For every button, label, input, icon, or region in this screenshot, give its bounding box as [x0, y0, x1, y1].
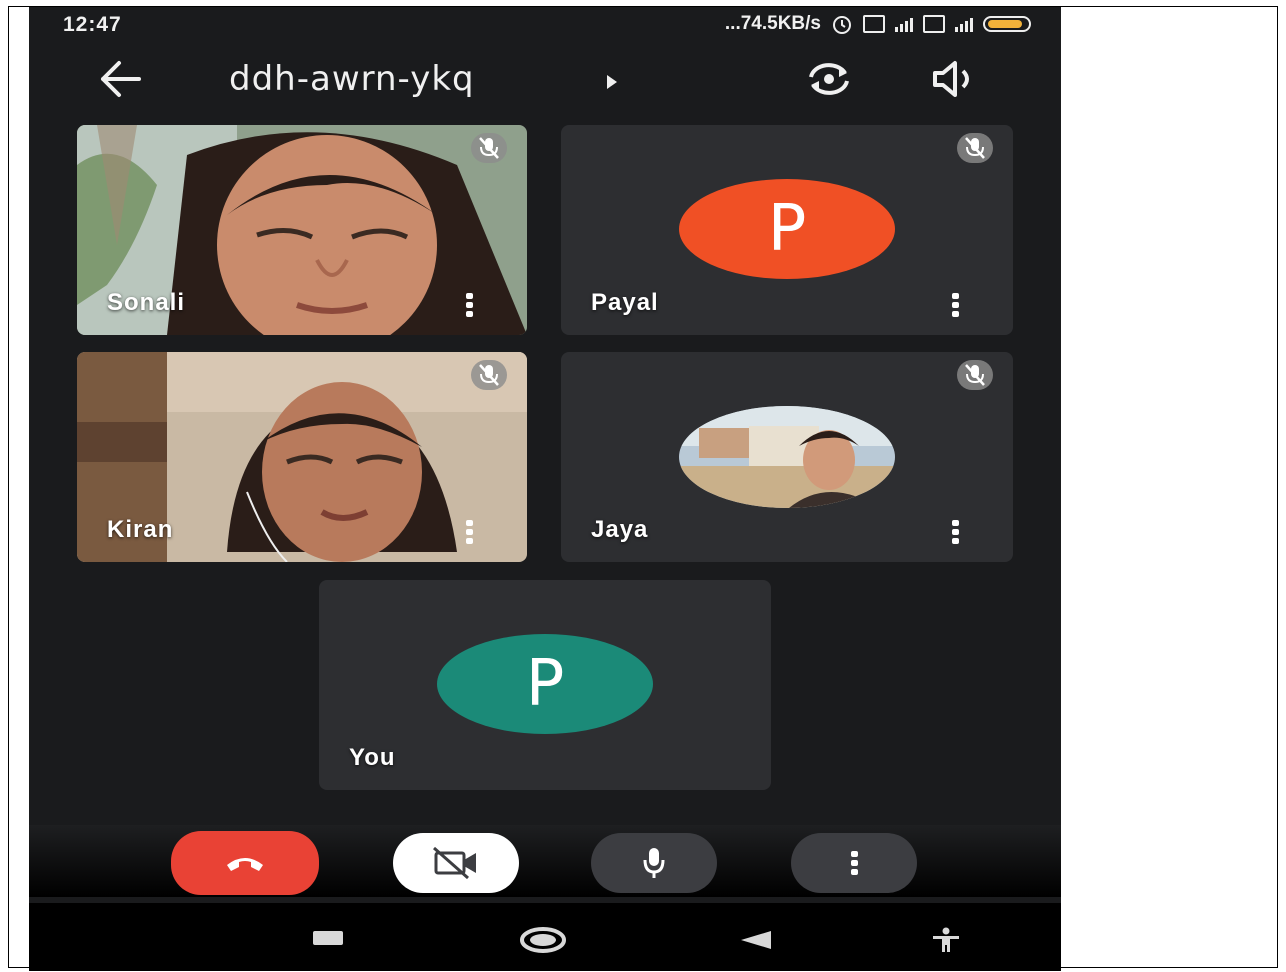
microphone-button[interactable] — [591, 833, 717, 893]
video-off-icon — [433, 846, 476, 880]
end-call-button[interactable] — [171, 831, 319, 895]
participant-name: Jaya — [591, 516, 649, 543]
system-nav-bar — [29, 903, 1061, 971]
status-bar: 12:47 ...74.5KB/s — [29, 7, 1061, 47]
more-vert-icon[interactable] — [465, 520, 473, 544]
triangle-back-icon[interactable] — [739, 929, 773, 951]
battery-icon — [983, 16, 1031, 32]
self-tile[interactable]: P You — [319, 580, 771, 790]
switch-camera-icon[interactable] — [803, 59, 855, 99]
status-time: 12:47 — [63, 13, 122, 36]
more-vert-icon — [850, 851, 858, 875]
more-vert-icon[interactable] — [465, 293, 473, 317]
participant-name: Sonali — [107, 289, 186, 316]
self-name: You — [349, 744, 396, 771]
mic-off-icon — [957, 360, 993, 390]
meeting-code[interactable]: ddh-awrn-ykq — [229, 59, 475, 99]
mic-off-icon — [471, 360, 507, 390]
square-nav-icon[interactable] — [313, 931, 343, 945]
meeting-top-bar: ddh-awrn-ykq — [29, 47, 1061, 113]
participant-name: Payal — [591, 289, 659, 316]
network-speed: ...74.5KB/s — [724, 13, 821, 34]
more-vert-icon[interactable] — [951, 293, 959, 317]
self-avatar: P — [437, 634, 653, 734]
volte-sim2-icon — [923, 15, 945, 33]
camera-toggle-button[interactable] — [393, 833, 519, 893]
volte-sim1-icon — [863, 15, 885, 33]
participant-avatar-payal: P — [679, 179, 895, 279]
participant-avatar-jaya — [679, 406, 895, 508]
accessibility-icon[interactable] — [931, 927, 961, 953]
mic-off-icon — [471, 133, 507, 163]
circle-home-icon[interactable] — [519, 925, 567, 955]
participant-tile-kiran[interactable]: Kiran — [77, 352, 527, 562]
status-icons: ...74.5KB/s — [725, 13, 1031, 35]
speaker-icon[interactable] — [929, 59, 981, 99]
phone-screen: 12:47 ...74.5KB/s ddh-awrn-ykq Sonali P … — [29, 7, 1061, 971]
signal-sim2-icon — [955, 16, 973, 32]
mic-off-icon — [957, 133, 993, 163]
signal-sim1-icon — [895, 16, 913, 32]
back-arrow-icon[interactable] — [97, 57, 145, 101]
participant-name: Kiran — [107, 516, 174, 543]
call-controls — [29, 825, 1061, 897]
more-options-button[interactable] — [791, 833, 917, 893]
phone-hangup-icon — [227, 858, 263, 871]
mic-icon — [643, 848, 665, 878]
alarm-icon — [833, 16, 851, 34]
more-vert-icon[interactable] — [951, 520, 959, 544]
caret-right-icon[interactable] — [605, 73, 619, 91]
participant-tile-sonali[interactable]: Sonali — [77, 125, 527, 335]
participant-tile-payal[interactable]: P Payal — [561, 125, 1013, 335]
participant-tile-jaya[interactable]: Jaya — [561, 352, 1013, 562]
